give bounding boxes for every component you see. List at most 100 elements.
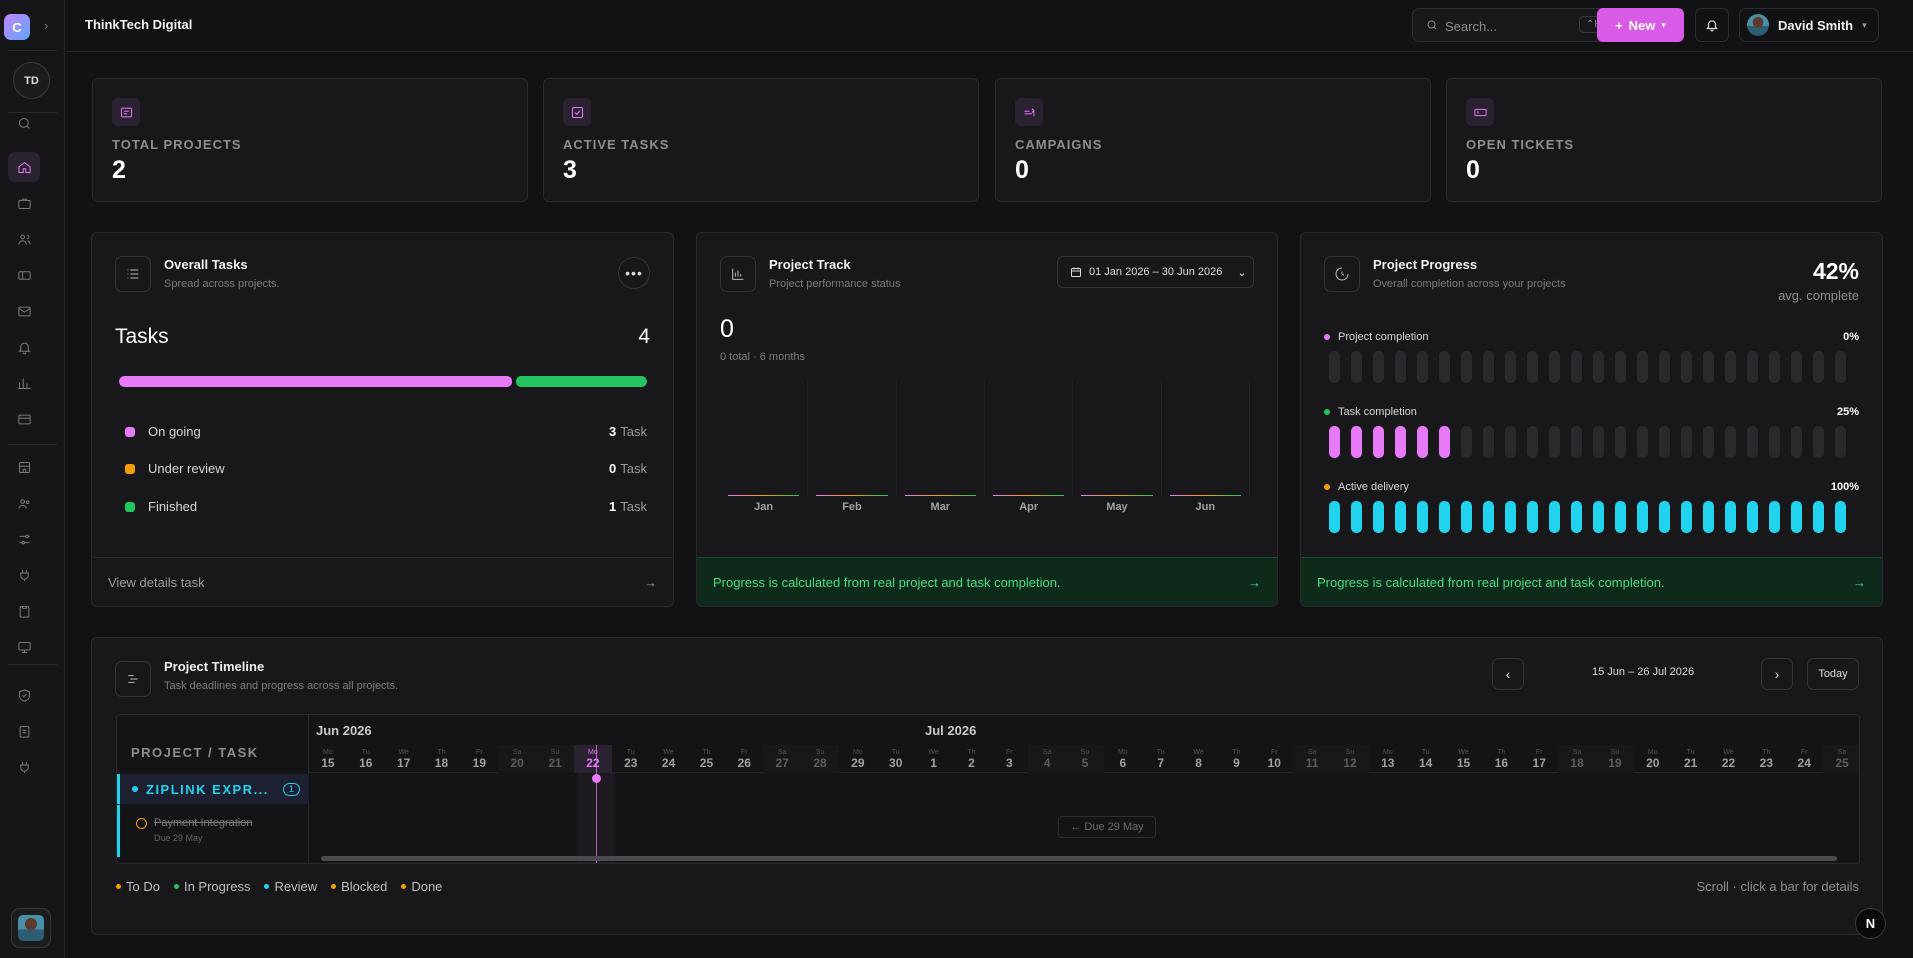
today-button[interactable]: Today [1807,658,1859,690]
day-cell: We 22 [1710,745,1748,773]
nav-shield[interactable] [8,680,40,710]
task-name: Payment Integration [154,817,253,829]
nav-ticket[interactable] [8,260,40,290]
chart-bar [1169,495,1241,496]
footer-label: View details task [108,574,205,590]
day-number: 22 [1721,756,1736,770]
bell-icon [17,342,31,354]
notifications-button[interactable] [1695,8,1729,42]
nav-plug[interactable] [8,560,40,590]
chart-column[interactable]: May [1073,381,1162,513]
sidebar-divider [8,664,57,665]
legend-item: Done [401,879,442,894]
day-number: 24 [1797,756,1811,770]
nav-building[interactable] [8,452,40,482]
stat-card-campaigns[interactable]: CAMPAIGNS 0 [995,78,1431,202]
chart-column[interactable]: Feb [808,381,897,513]
day-number: 1 [930,756,937,770]
previous-range-button[interactable]: ‹ [1492,658,1524,690]
month-label: Jul 2026 [925,723,977,738]
day-number: 26 [737,756,751,770]
bell-icon [1705,20,1719,32]
day-cell: Sa 20 [498,745,537,773]
card-title: Project Timeline [164,659,265,674]
stat-card-open-tickets[interactable]: OPEN TICKETS 0 [1446,78,1882,202]
building-icon [18,461,30,473]
weekday-label: Tu [891,749,900,756]
nav-monitor[interactable] [8,632,40,662]
stat-card-active-tasks[interactable]: ACTIVE TASKS 3 [543,78,979,202]
expand-sidebar-icon[interactable]: › [44,18,48,33]
progress-info-banner[interactable]: Progress is calculated from real project… [1301,557,1882,606]
task-due: Due 29 May [154,833,203,843]
status-label: On going [148,424,201,439]
nav-mail[interactable] [8,296,40,326]
more-options-button[interactable]: ••• [618,257,650,289]
card-subtitle: Spread across projects. [164,278,280,290]
status-swatch [125,426,135,437]
timeline-task-row[interactable]: Payment Integration Due 29 May [117,805,309,857]
horizontal-scrollbar[interactable] [309,853,1859,863]
nav-credit-card[interactable] [8,404,40,434]
nav-chart[interactable] [8,368,40,398]
date-range-picker[interactable]: 01 Jan 2026 – 30 Jun 2026 ⌄ [1057,256,1254,288]
chart-column[interactable]: Jan [720,381,809,513]
nav-team[interactable] [8,488,40,518]
chart-column[interactable]: Jun [1162,381,1250,513]
stat-card-total-projects[interactable]: TOTAL PROJECTS 2 [92,78,528,202]
progress-segment [1725,426,1736,458]
progress-dot [1324,484,1330,490]
nav-clipboard-list[interactable] [8,716,40,746]
progress-segment [1483,426,1494,458]
plug-alt-icon [19,761,29,773]
floating-action-button[interactable]: N [1855,908,1886,939]
document-icon [120,107,132,117]
nav-plug-alt[interactable] [8,752,40,782]
search-input[interactable] [1445,17,1575,35]
progress-label: Task completion [1338,406,1417,418]
nav-sliders[interactable] [8,524,40,554]
day-number: 16 [359,756,373,770]
next-range-button[interactable]: › [1761,658,1793,690]
workspace-switcher[interactable]: TD [13,62,50,99]
nav-home[interactable] [8,152,40,182]
progress-info-banner[interactable]: Progress is calculated from real project… [697,557,1277,606]
timeline-project-row[interactable]: ZIPLINK EXPR... 1 [117,774,309,804]
nav-clipboard[interactable] [8,596,40,626]
day-number: 23 [1759,756,1774,770]
legend-label: In Progress [183,879,251,894]
sidebar-user-avatar[interactable] [11,908,51,948]
progress-row-label: Project completion [1324,331,1429,343]
progress-segment [1527,501,1538,533]
list-icon [115,256,151,292]
user-menu-button[interactable]: David Smith ▾ [1739,8,1879,42]
weekday-label: Fr [1800,749,1808,756]
day-number: 25 [699,756,714,770]
briefcase-icon [17,198,31,209]
progress-segment [1659,426,1670,458]
card-title: Project Track [769,257,851,272]
progress-row-label: Task completion [1324,406,1417,418]
day-cell: Sa 27 [763,745,802,773]
progress-segment [1835,501,1846,533]
weekday-label: Tu [1421,749,1430,756]
chart-column[interactable]: Apr [985,381,1074,513]
day-cell: Fr 19 [460,745,498,773]
view-details-link[interactable]: View details task → [92,557,673,606]
overdue-task-chip[interactable]: ← Due 29 May [1058,816,1156,838]
status-label: Finished [148,499,198,514]
nav-users[interactable] [8,224,40,254]
card-title: Overall Tasks [164,257,248,272]
nav-bell[interactable] [8,332,40,362]
scrollbar-thumb[interactable] [321,856,1837,861]
nav-briefcase[interactable] [8,188,40,218]
app-logo[interactable]: C [4,14,30,40]
day-number: 19 [1608,756,1622,770]
avatar [1747,14,1769,36]
search-box[interactable]: ⌃K [1412,8,1619,42]
status-count: 3 [609,424,617,439]
new-button[interactable]: + New ▾ [1597,8,1684,42]
chart-column[interactable]: Mar [897,381,985,513]
weekday-label: Tu [1156,749,1165,756]
status-count-group: 3 Task [609,424,647,439]
